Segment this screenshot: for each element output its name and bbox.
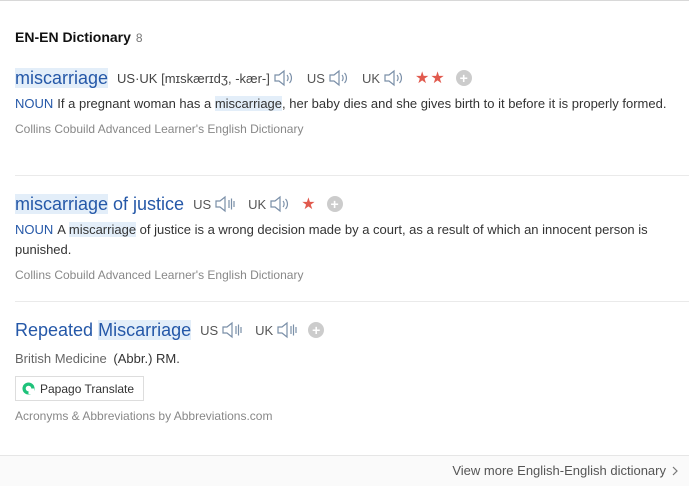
- abbreviation-text: (Abbr.) RM.: [113, 351, 180, 366]
- region-uk-label: UK: [255, 322, 274, 338]
- view-more-link[interactable]: View more English-English dictionary: [452, 463, 679, 478]
- region-us-label: US: [200, 322, 219, 338]
- region-us-label: US: [306, 70, 325, 86]
- entry-word-link[interactable]: miscarriage: [15, 67, 109, 89]
- dictionary-source: Collins Cobuild Advanced Learner's Engli…: [15, 268, 304, 282]
- result-count: 8: [135, 31, 143, 45]
- region-uk-label: UK: [361, 70, 380, 86]
- entry-divider: [15, 301, 689, 302]
- definition-highlight: miscarriage: [214, 96, 283, 111]
- definition-highlight: miscarriage: [68, 222, 137, 237]
- dictionary-section-header: EN-EN Dictionary 8: [15, 29, 143, 47]
- entry-headline: Repeated Miscarriage US UK +: [15, 318, 689, 342]
- speaker-icon[interactable]: [276, 321, 298, 339]
- entry-repeated-miscarriage: Repeated Miscarriage US UK + British Med…: [15, 318, 689, 423]
- entry-miscarriage: miscarriage US·UK [mɪskærɪdʒ, -kær-] US …: [15, 66, 689, 136]
- definition-text: If a pregnant woman has a: [57, 96, 215, 111]
- section-title: EN-EN Dictionary: [15, 29, 131, 45]
- frequency-stars: ★★: [415, 70, 446, 87]
- chevron-right-icon: [672, 466, 678, 475]
- entry-miscarriage-of-justice: miscarriage of justice US UK ★ + NOUN A m…: [15, 192, 689, 282]
- word-prefix: Repeated: [15, 319, 99, 340]
- entry-headline: miscarriage of justice US UK ★ +: [15, 192, 689, 216]
- part-of-speech: NOUN: [15, 222, 54, 237]
- word-highlight: miscarriage: [15, 67, 109, 88]
- entry-divider: [15, 175, 689, 176]
- definition: British Medicine (Abbr.) RM.: [15, 351, 689, 366]
- speaker-icon[interactable]: [221, 321, 243, 339]
- word-rest: of justice: [108, 193, 185, 214]
- speaker-icon[interactable]: [383, 69, 405, 87]
- speaker-icon[interactable]: [328, 69, 350, 87]
- definition-text: A: [57, 222, 69, 237]
- speaker-icon[interactable]: [269, 195, 291, 213]
- dictionary-source: Acronyms & Abbreviations by Abbreviation…: [15, 409, 273, 423]
- frequency-stars: ★: [301, 196, 317, 213]
- top-divider: [0, 0, 689, 1]
- definition-text: , her baby dies and she gives birth to i…: [282, 96, 667, 111]
- add-wordbook-icon[interactable]: +: [455, 70, 472, 86]
- part-of-speech: NOUN: [15, 96, 54, 111]
- region-uk-label: UK: [248, 196, 267, 212]
- word-highlight: miscarriage: [15, 193, 109, 214]
- footer-bar: View more English-English dictionary: [0, 455, 689, 486]
- papago-label: Papago Translate: [40, 381, 135, 396]
- dictionary-source: Collins Cobuild Advanced Learner's Engli…: [15, 122, 304, 136]
- papago-logo-icon: [22, 382, 35, 395]
- speaker-icon[interactable]: [273, 69, 295, 87]
- papago-translate-button[interactable]: Papago Translate: [15, 376, 145, 401]
- pronunciation: US·UK [mɪskærɪdʒ, -kær-]: [117, 70, 270, 86]
- add-wordbook-icon[interactable]: +: [326, 196, 343, 212]
- word-highlight: Miscarriage: [98, 319, 192, 340]
- category-label: British Medicine: [15, 351, 107, 366]
- entry-word-link[interactable]: Repeated Miscarriage: [15, 319, 192, 341]
- add-wordbook-icon[interactable]: +: [308, 322, 325, 338]
- view-more-label: View more English-English dictionary: [452, 463, 666, 478]
- region-us-label: US: [193, 196, 212, 212]
- entry-headline: miscarriage US·UK [mɪskærɪdʒ, -kær-] US …: [15, 66, 689, 90]
- definition: NOUN A miscarriage of justice is a wrong …: [15, 220, 689, 260]
- speaker-icon[interactable]: [214, 195, 236, 213]
- definition: NOUN If a pregnant woman has a miscarriag…: [15, 94, 689, 114]
- entry-word-link[interactable]: miscarriage of justice: [15, 193, 185, 215]
